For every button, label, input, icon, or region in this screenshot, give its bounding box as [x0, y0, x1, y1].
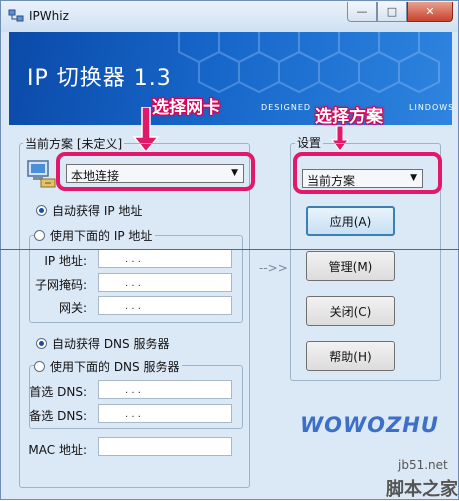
- secondary-dns-dots: . . .: [125, 409, 141, 420]
- radio-manual-ip[interactable]: 使用下面的 IP 地址: [34, 227, 156, 244]
- watermark-brand: 脚本之家: [386, 479, 458, 500]
- radio-manual-dns[interactable]: 使用下面的 DNS 服务器: [34, 358, 183, 375]
- annotation-select-scheme: 选择方案: [315, 107, 383, 127]
- mac-address-field[interactable]: [98, 437, 232, 456]
- wowozhu-logo: WOWOZHU: [300, 413, 439, 437]
- radio-manual-ip-label: 使用下面的 IP 地址: [50, 229, 153, 243]
- radio-dot: [36, 338, 47, 349]
- nic-select[interactable]: 本地连接 ▼: [66, 164, 244, 183]
- annotation-select-nic: 选择网卡: [152, 98, 220, 118]
- ip-address-label: IP 地址:: [44, 254, 87, 268]
- radio-auto-ip[interactable]: 自动获得 IP 地址: [36, 202, 142, 219]
- radio-auto-dns[interactable]: 自动获得 DNS 服务器: [36, 335, 169, 352]
- app-window: IPWhiz — □ ✕ IP 切换器 1.3 DESIGNED LINDOWS…: [0, 0, 459, 500]
- subnet-mask-label: 子网掩码:: [34, 278, 87, 292]
- radio-manual-dns-label: 使用下面的 DNS 服务器: [50, 360, 180, 374]
- secondary-dns-field[interactable]: . . .: [98, 404, 232, 423]
- chevron-down-icon: ▼: [231, 168, 238, 178]
- subnet-mask-dots: . . .: [125, 278, 141, 289]
- red-guide-line: [0, 249, 459, 250]
- banner-title: IP 切换器 1.3: [27, 66, 172, 91]
- window-title: IPWhiz: [29, 9, 69, 23]
- ip-address-field[interactable]: . . .: [98, 249, 232, 268]
- gateway-field[interactable]: . . .: [98, 296, 232, 315]
- mac-address-label: MAC 地址:: [28, 443, 87, 457]
- secondary-dns-label: 备选 DNS:: [29, 409, 87, 423]
- gateway-label: 网关:: [58, 301, 87, 315]
- watermark-site: jb51.net: [398, 458, 448, 472]
- banner-windows-text: LINDOWS): [409, 103, 452, 112]
- close-button[interactable]: 关闭(C): [306, 296, 395, 326]
- gateway-dots: . . .: [125, 301, 141, 312]
- arrow-text: -->>: [259, 261, 288, 275]
- manage-button[interactable]: 管理(M): [306, 251, 395, 281]
- scheme-select[interactable]: 当前方案 ▼: [302, 169, 423, 188]
- close-window-button[interactable]: ✕: [407, 2, 453, 22]
- network-app-icon: [8, 9, 24, 22]
- ip-address-dots: . . .: [125, 254, 141, 265]
- banner-designed-text: DESIGNED: [261, 103, 312, 112]
- settings-group-label: 设置: [295, 134, 324, 151]
- primary-dns-dots: . . .: [125, 385, 141, 396]
- network-connection-icon: [27, 160, 56, 188]
- primary-dns-label: 首选 DNS:: [29, 385, 87, 399]
- help-button[interactable]: 帮助(H): [306, 341, 395, 371]
- caption-buttons: — □ ✕: [347, 2, 453, 22]
- radio-dot: [36, 205, 47, 216]
- scheme-group-label: 当前方案 [未定义]: [23, 135, 125, 152]
- nic-select-value: 本地连接: [71, 169, 120, 183]
- radio-auto-ip-label: 自动获得 IP 地址: [52, 204, 143, 218]
- subnet-mask-field[interactable]: . . .: [98, 273, 232, 292]
- header-banner: IP 切换器 1.3 DESIGNED LINDOWS): [9, 32, 452, 125]
- apply-button[interactable]: 应用(A): [306, 206, 395, 236]
- chevron-down-icon: ▼: [410, 173, 417, 183]
- minimize-button[interactable]: —: [347, 2, 377, 22]
- scheme-select-value: 当前方案: [307, 174, 356, 188]
- title-bar[interactable]: IPWhiz — □ ✕: [1, 1, 458, 32]
- maximize-button[interactable]: □: [377, 2, 407, 22]
- primary-dns-field[interactable]: . . .: [98, 380, 232, 399]
- radio-dot: [34, 361, 45, 372]
- radio-dot: [34, 230, 45, 241]
- radio-auto-dns-label: 自动获得 DNS 服务器: [52, 337, 170, 351]
